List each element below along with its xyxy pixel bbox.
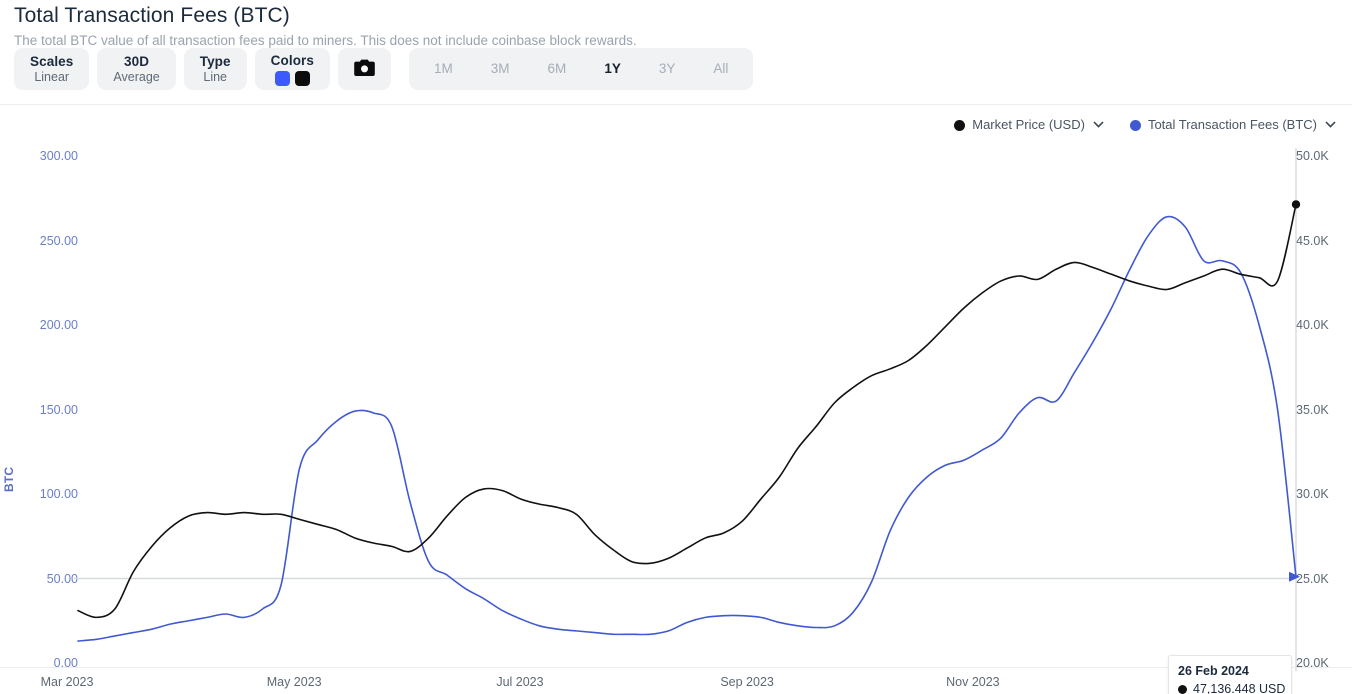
screenshot-button[interactable] <box>338 48 391 90</box>
color-swatches <box>275 71 310 86</box>
x-axis-tick: Mar 2023 <box>41 675 94 689</box>
series-line-market-price <box>78 204 1296 617</box>
type-control-label: Type <box>200 54 231 70</box>
page-subtitle: The total BTC value of all transaction f… <box>14 32 1334 49</box>
chart-plot-area: BTC 0.0050.00100.00150.00200.00250.00300… <box>0 110 1352 694</box>
scales-control-label: Scales <box>30 54 73 70</box>
camera-icon <box>354 59 375 80</box>
range-6m[interactable]: 6M <box>529 54 586 84</box>
chart-page: Total Transaction Fees (BTC) The total B… <box>0 0 1352 694</box>
type-control-value: Line <box>203 70 227 85</box>
range-1y[interactable]: 1Y <box>585 54 640 84</box>
chart-header: Total Transaction Fees (BTC) The total B… <box>14 2 1334 49</box>
x-axis-tick: Jul 2023 <box>496 675 543 689</box>
average-control-label: 30D <box>124 54 149 70</box>
time-range-group: 1M 3M 6M 1Y 3Y All <box>409 48 753 90</box>
x-axis-divider <box>0 667 1352 668</box>
chart-canvas <box>0 110 1352 694</box>
range-all[interactable]: All <box>694 54 747 84</box>
range-1m[interactable]: 1M <box>415 54 472 84</box>
scales-control[interactable]: Scales Linear <box>14 48 89 90</box>
page-title: Total Transaction Fees (BTC) <box>14 2 1334 30</box>
average-control[interactable]: 30D Average <box>97 48 175 90</box>
marker-market-price <box>1292 200 1300 208</box>
marker-transaction-fees <box>1289 572 1300 582</box>
header-divider <box>0 104 1352 105</box>
chart-toolbar: Scales Linear 30D Average Type Line Colo… <box>14 48 753 90</box>
tooltip-value: 47,136.448 USD <box>1193 681 1285 694</box>
colors-control[interactable]: Colors <box>255 48 330 90</box>
type-control[interactable]: Type Line <box>184 48 247 90</box>
tooltip-date: 26 Feb 2024 <box>1178 663 1282 680</box>
x-axis-tick: Nov 2023 <box>946 675 1000 689</box>
color-swatch-secondary[interactable] <box>295 71 310 86</box>
average-control-value: Average <box>113 70 159 85</box>
scales-control-value: Linear <box>34 70 69 85</box>
range-3m[interactable]: 3M <box>472 54 529 84</box>
tooltip-color-dot <box>1178 685 1187 694</box>
tooltip-row-usd: 47,136.448 USD <box>1178 681 1282 694</box>
x-axis-tick: May 2023 <box>267 675 322 689</box>
range-3y[interactable]: 3Y <box>640 54 695 84</box>
colors-control-label: Colors <box>271 53 314 69</box>
chart-tooltip: 26 Feb 2024 47,136.448 USD 51.124 BTC <box>1168 655 1292 694</box>
x-axis-tick: Sep 2023 <box>720 675 774 689</box>
color-swatch-primary[interactable] <box>275 71 290 86</box>
series-line-transaction-fees <box>78 217 1296 641</box>
